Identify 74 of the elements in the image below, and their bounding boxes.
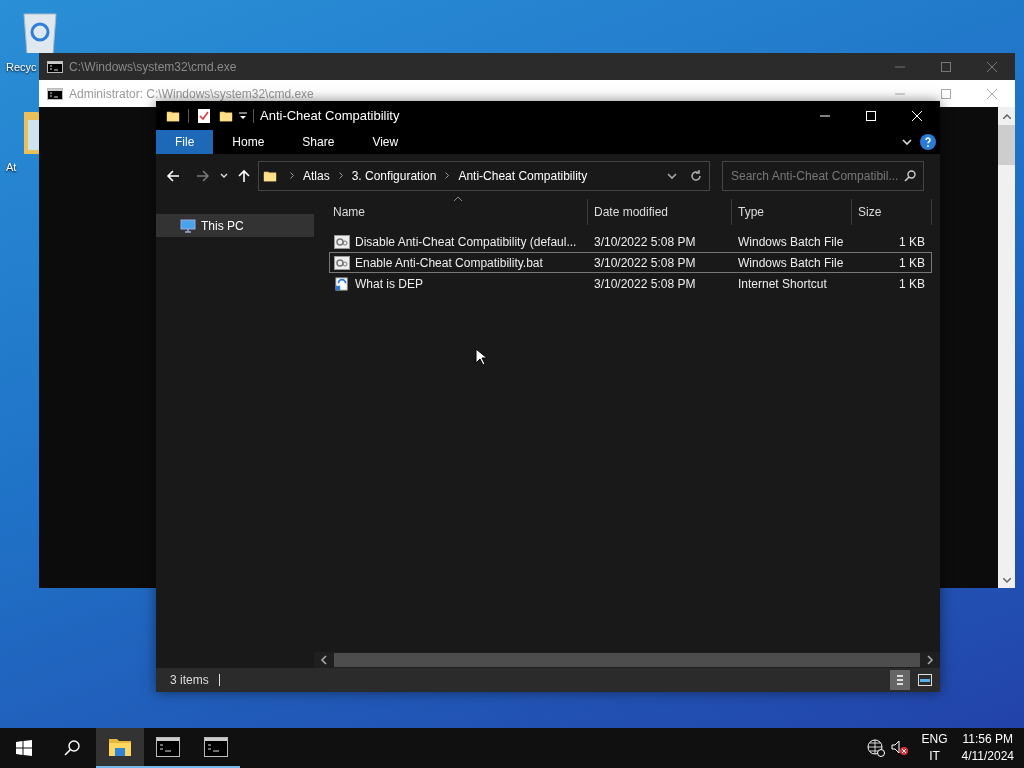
terminal-icon bbox=[204, 737, 228, 757]
date-cell-text: 3/10/2022 5:08 PM bbox=[593, 275, 697, 293]
column-header[interactable]: Type bbox=[732, 199, 852, 225]
breadcrumb-item[interactable]: 3. Configuration bbox=[351, 166, 437, 185]
search-icon[interactable] bbox=[904, 169, 916, 182]
vertical-scrollbar[interactable] bbox=[998, 107, 1015, 588]
expand-ribbon-icon[interactable] bbox=[902, 139, 912, 145]
type-cell-text: Windows Batch File bbox=[737, 254, 845, 272]
size-cell-text: 1 KB bbox=[898, 254, 925, 272]
recent-locations-icon[interactable] bbox=[220, 173, 228, 178]
details-view-icon[interactable] bbox=[890, 670, 910, 690]
customize-dropdown-icon[interactable] bbox=[239, 111, 247, 120]
type-cell-text: Internet Shortcut bbox=[737, 275, 828, 293]
file-name: What is DEP bbox=[355, 275, 423, 293]
address-bar[interactable]: Atlas 3. Configuration Anti-Cheat Compatibility bbox=[258, 160, 710, 191]
status-text: 3 items bbox=[170, 672, 209, 689]
file-name: Disable Anti-Cheat Compatibility (defaul... bbox=[355, 233, 577, 251]
web-shortcut-icon bbox=[334, 276, 350, 291]
start-icon[interactable] bbox=[16, 740, 32, 756]
scroll-thumb[interactable] bbox=[998, 125, 1015, 165]
terminal-icon bbox=[47, 87, 63, 100]
type-cell-text: Windows Batch File bbox=[737, 233, 845, 251]
breadcrumb-item[interactable]: Anti-Cheat Compatibility bbox=[458, 166, 588, 185]
chevron-icon bbox=[338, 172, 343, 179]
ribbon-tab[interactable]: Share bbox=[283, 130, 354, 154]
properties-icon[interactable] bbox=[197, 107, 211, 124]
window-title: Administrator: C:\Windows\system32\cmd.exe bbox=[69, 85, 314, 103]
input-language-button[interactable]: ENG IT bbox=[921, 731, 948, 765]
nav-item[interactable]: This PC bbox=[156, 214, 314, 237]
search-field[interactable]: Search Anti-Cheat Compatibil... bbox=[722, 160, 924, 191]
ribbon-tab[interactable]: Home bbox=[213, 130, 284, 154]
date-cell-text: 3/10/2022 5:08 PM bbox=[593, 254, 697, 272]
network-icon[interactable] bbox=[867, 739, 886, 757]
refresh-icon[interactable] bbox=[689, 168, 703, 183]
terminal-icon bbox=[156, 737, 180, 757]
ribbon-tab[interactable]: View bbox=[353, 130, 418, 154]
large-icons-view-icon[interactable] bbox=[918, 674, 932, 686]
scroll-up-icon[interactable] bbox=[1002, 114, 1011, 119]
column-header[interactable]: Date modified bbox=[588, 199, 732, 225]
desktop-icon-label[interactable]: At bbox=[6, 159, 17, 176]
folder-icon bbox=[108, 737, 132, 757]
ribbon-tab[interactable]: File bbox=[156, 130, 214, 154]
search-icon[interactable] bbox=[64, 740, 80, 756]
window-title: Anti-Cheat Compatibility bbox=[260, 106, 400, 125]
horizontal-scrollbar[interactable] bbox=[314, 652, 940, 668]
column-header[interactable]: Name bbox=[314, 199, 588, 225]
file-name: Enable Anti-Cheat Compatibility.bat bbox=[355, 254, 543, 272]
window-title: C:\Windows\system32\cmd.exe bbox=[69, 59, 237, 76]
gears-file-icon bbox=[334, 234, 350, 249]
mouse-pointer-icon bbox=[475, 348, 487, 366]
clock-button[interactable]: 11:56 PM 4/11/2024 bbox=[961, 731, 1014, 765]
file-explorer-button[interactable] bbox=[96, 728, 144, 768]
date-cell-text: 3/10/2022 5:08 PM bbox=[593, 233, 697, 251]
chevron-icon bbox=[290, 172, 294, 179]
chevron-icon bbox=[445, 172, 450, 179]
size-cell-text: 1 KB bbox=[898, 233, 925, 251]
size-cell-text: 1 KB bbox=[898, 275, 925, 293]
scroll-down-icon[interactable] bbox=[1002, 578, 1011, 583]
desktop-icon-label[interactable]: Recyc bbox=[6, 59, 37, 76]
muted-speaker-icon[interactable] bbox=[891, 740, 910, 756]
column-header[interactable]: Size bbox=[852, 199, 932, 225]
help-icon[interactable] bbox=[920, 134, 936, 150]
computer-icon bbox=[180, 218, 196, 233]
scroll-thumb[interactable] bbox=[334, 653, 920, 667]
up-icon[interactable] bbox=[237, 168, 251, 183]
sort-ascending-icon bbox=[454, 197, 462, 201]
back-icon[interactable] bbox=[166, 168, 180, 183]
file-row[interactable]: Disable Anti-Cheat Compatibility (defaul... 3/10/2022 5:08 PM Windows Batch File 1 KB bbox=[329, 231, 932, 252]
gears-file-icon bbox=[334, 255, 350, 270]
file-row[interactable]: What is DEP 3/10/2022 5:08 PM Internet Shortcut 1 KB bbox=[329, 273, 932, 294]
terminal-icon bbox=[47, 61, 63, 73]
breadcrumb-item[interactable]: Atlas bbox=[303, 166, 330, 185]
forward-icon[interactable] bbox=[196, 168, 210, 183]
file-row[interactable]: Enable Anti-Cheat Compatibility.bat 3/10/2022 5:08 PM Windows Batch File 1 KB bbox=[329, 252, 932, 273]
